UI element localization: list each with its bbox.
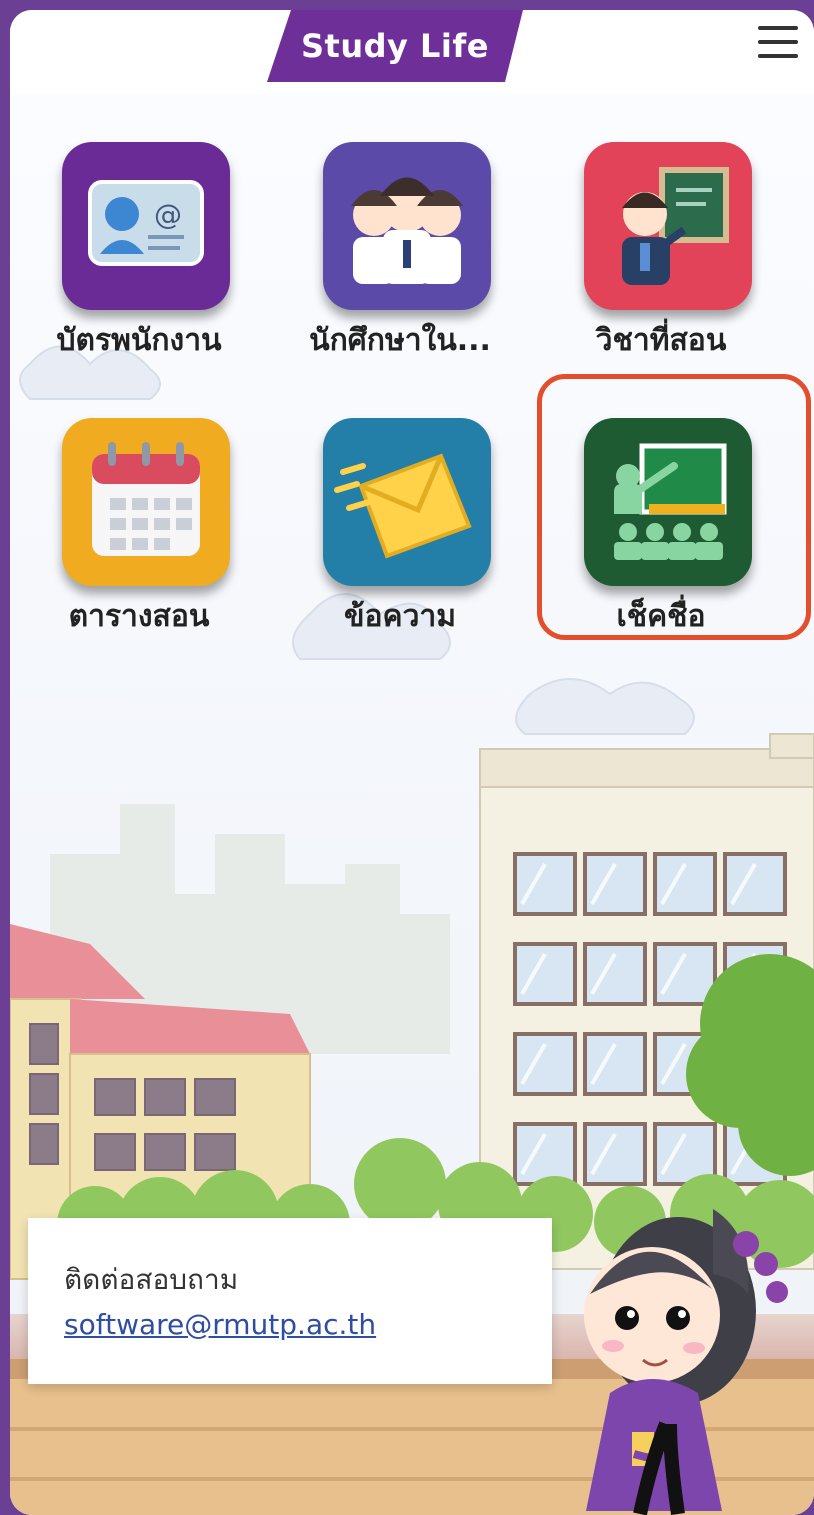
app-tile-employee-card[interactable]: @ บัตรพนักงาน	[24, 142, 254, 362]
app-tile-subjects-taught[interactable]: วิชาที่สอน	[546, 142, 776, 362]
employee-card-icon: @	[62, 142, 230, 310]
app-label: บัตรพนักงาน	[56, 323, 222, 358]
app-label: เช็คชื่อ	[616, 599, 706, 634]
hamburger-menu-icon[interactable]	[758, 24, 798, 60]
contact-title: ติดต่อสอบถาม	[64, 1263, 239, 1296]
menu-line	[758, 26, 798, 30]
teacher-board-icon	[584, 142, 752, 310]
app-label: วิชาที่สอน	[595, 323, 727, 358]
menu-line	[758, 54, 798, 58]
study-life-screen: Study Life @ บัตรพนักงาน นักศึกษาใน... ว…	[10, 10, 814, 1515]
app-label: นักศึกษาใน...	[309, 323, 491, 358]
app-label: ข้อความ	[343, 599, 457, 634]
menu-line	[758, 40, 798, 44]
app-tile-messages[interactable]: ข้อความ	[285, 418, 515, 638]
app-tile-students[interactable]: นักศึกษาใน...	[285, 142, 515, 362]
app-tile-teaching-schedule[interactable]: ตารางสอน	[24, 418, 254, 638]
top-bar: Study Life	[10, 10, 814, 95]
message-envelope-icon	[323, 418, 491, 586]
app-title: Study Life	[300, 27, 489, 65]
contact-card: ติดต่อสอบถาม software@rmutp.ac.th	[28, 1218, 552, 1384]
calendar-icon	[62, 418, 230, 586]
app-title-banner: Study Life	[267, 10, 523, 82]
app-tile-attendance[interactable]: เช็คชื่อ	[546, 418, 776, 638]
attendance-class-icon	[584, 418, 752, 586]
app-label: ตารางสอน	[68, 599, 210, 634]
contact-email-link[interactable]: software@rmutp.ac.th	[64, 1308, 376, 1341]
students-icon	[323, 142, 491, 310]
svg-text:@: @	[154, 198, 182, 231]
